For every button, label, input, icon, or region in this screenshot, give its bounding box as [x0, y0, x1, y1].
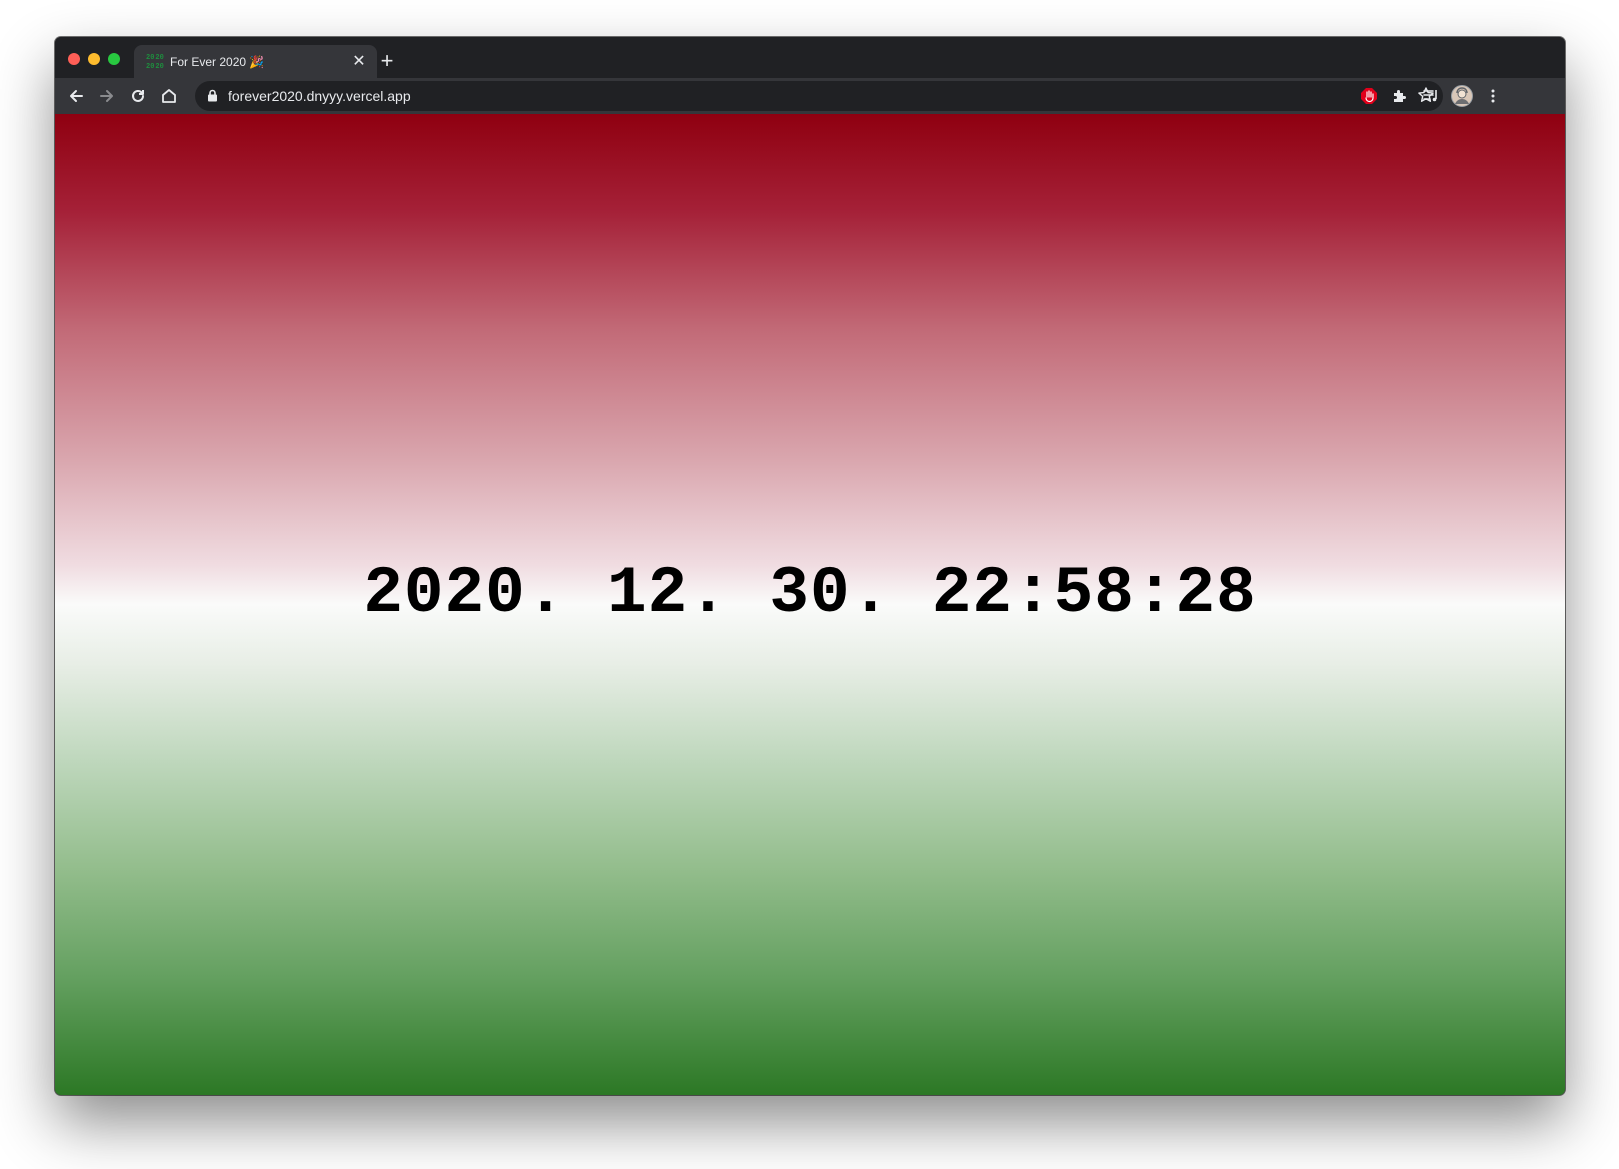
page-content: 2020. 12. 30. 22:58:28 — [55, 114, 1565, 1095]
extensions-icon[interactable] — [1388, 84, 1412, 108]
back-icon[interactable] — [64, 84, 88, 108]
reload-icon[interactable] — [126, 84, 150, 108]
maximize-window-button[interactable] — [108, 53, 120, 65]
forward-icon[interactable] — [95, 84, 119, 108]
address-bar[interactable]: forever2020.dnyyy.vercel.app — [195, 81, 1443, 111]
media-control-icon[interactable] — [1419, 84, 1443, 108]
adblock-extension-icon[interactable] — [1357, 84, 1381, 108]
tab-title: For Ever 2020 🎉 — [170, 54, 265, 69]
tab-strip: 20 20 20 20 For Ever 2020 🎉 ✕ + — [55, 37, 1565, 78]
profile-avatar[interactable] — [1450, 84, 1474, 108]
tab-close-icon[interactable]: ✕ — [351, 53, 367, 70]
url-text: forever2020.dnyyy.vercel.app — [228, 88, 411, 104]
home-icon[interactable] — [157, 84, 181, 108]
menu-icon[interactable] — [1481, 84, 1505, 108]
lock-icon — [207, 89, 218, 107]
minimize-window-button[interactable] — [88, 53, 100, 65]
close-window-button[interactable] — [68, 53, 80, 65]
clock-display: 2020. 12. 30. 22:58:28 — [363, 556, 1257, 631]
browser-window: 20 20 20 20 For Ever 2020 🎉 ✕ + forever2… — [55, 37, 1565, 1095]
new-tab-button[interactable]: + — [375, 50, 399, 74]
tab-favicon-icon: 20 20 20 20 — [146, 53, 164, 71]
tab-for-ever-2020[interactable]: 20 20 20 20 For Ever 2020 🎉 ✕ — [134, 45, 377, 78]
browser-toolbar: forever2020.dnyyy.vercel.app — [55, 78, 1565, 114]
